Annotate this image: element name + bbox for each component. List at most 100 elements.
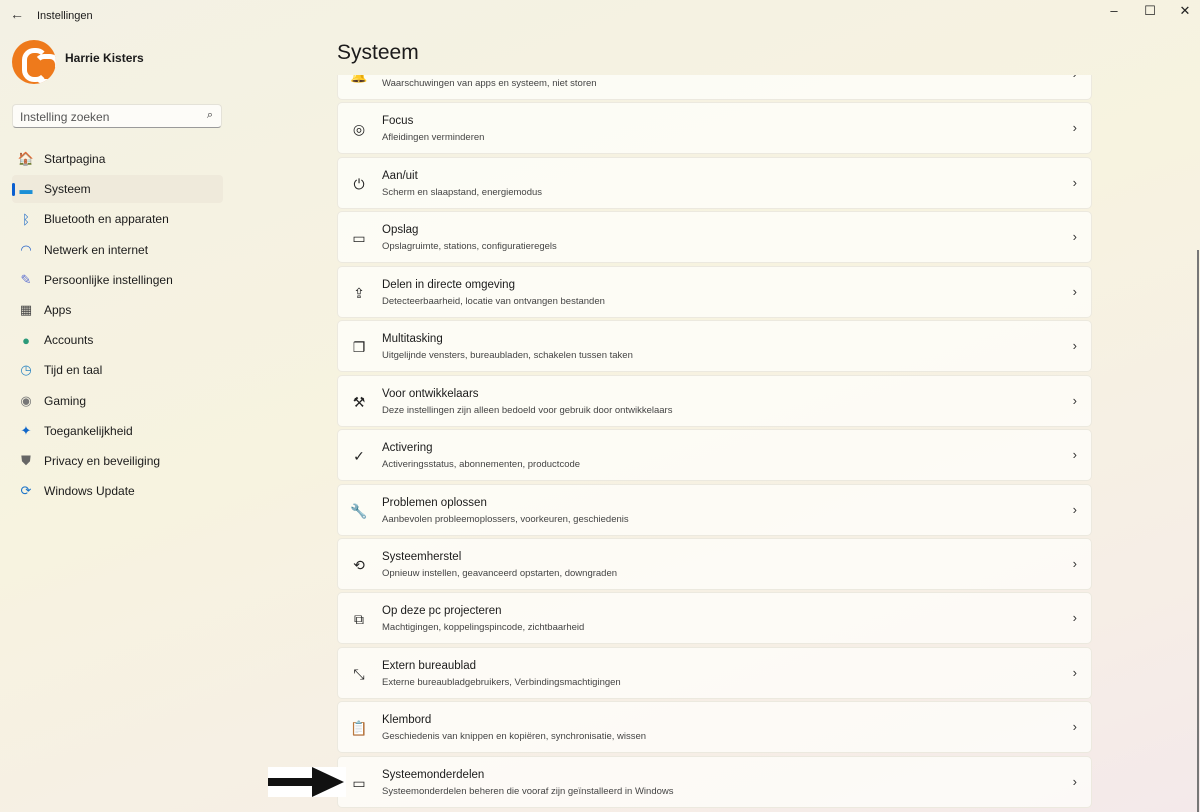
wrench-icon: 🔧 xyxy=(350,502,368,519)
chevron-right-icon: › xyxy=(1072,719,1077,735)
chevron-right-icon: › xyxy=(1072,664,1077,680)
sidebar-item-label: Apps xyxy=(44,302,72,317)
sidebar-item-startpagina[interactable]: 🏠 Startpagina xyxy=(12,145,223,173)
settings-card-klembord[interactable]: 📋 Klembord Geschiedenis van knippen en kop… xyxy=(337,701,1092,754)
settings-list: 🔔 Waarschuwingen van apps en systeem, nie… xyxy=(337,75,1092,812)
settings-card-systeemherstel[interactable]: ⟲ Systeemherstel Opnieuw instellen, geavan… xyxy=(337,537,1092,590)
sidebar-item-toegankelijkheid[interactable]: ✦ Toegankelijkheid xyxy=(12,417,223,445)
multitasking-icon: ❐ xyxy=(352,339,366,356)
home-icon: 🏠 xyxy=(17,151,35,166)
settings-card-problemen-oplossen[interactable]: 🔧 Problemen oplossen Aanbevolen probleemop… xyxy=(337,483,1092,536)
sidebar-item-label: Bluetooth en apparaten xyxy=(44,212,169,227)
card-subtitle: Uitgelijnde vensters, bureaubladen, scha… xyxy=(382,350,633,362)
card-subtitle: Opslagruimte, stations, configuratierege… xyxy=(382,241,557,253)
card-title: Delen in directe omgeving xyxy=(382,278,515,291)
clipboard-icon: 📋 xyxy=(350,720,368,737)
card-subtitle: Afleidingen verminderen xyxy=(382,132,485,144)
search-input[interactable]: Instelling zoeken ⌕ xyxy=(12,104,222,128)
maximize-button[interactable]: ☐ xyxy=(1140,3,1160,19)
settings-card-activering[interactable]: ✓ Activering Activeringsstatus, abonnement… xyxy=(337,429,1092,482)
card-subtitle: Geschiedenis van knippen en kopiëren, sy… xyxy=(382,731,647,743)
sidebar-item-accounts[interactable]: ● Accounts xyxy=(12,326,223,354)
settings-card-delen-in-directe-omgeving[interactable]: ⇪ Delen in directe omgeving Detecteerbaarh… xyxy=(337,265,1092,318)
chevron-right-icon: › xyxy=(1072,610,1077,626)
sidebar-item-apps[interactable]: ▦ Apps xyxy=(12,296,223,324)
card-title: Op deze pc projecteren xyxy=(382,605,502,618)
share-icon: ⇪ xyxy=(353,284,365,301)
sidebar-item-label: Accounts xyxy=(44,333,94,348)
arrow-annotation xyxy=(268,767,346,797)
settings-card-opslag[interactable]: ▭ Opslag Opslagruimte, stations, configura… xyxy=(337,211,1092,264)
accessibility-icon: ✦ xyxy=(20,422,32,438)
gamepad-icon: ◉ xyxy=(20,392,32,408)
avatar[interactable] xyxy=(12,40,56,84)
settings-card-op-deze-pc-projecteren[interactable]: ⧉ Op deze pc projecteren Machtigingen, kop… xyxy=(337,592,1092,645)
app-title: Instellingen xyxy=(37,10,93,22)
apps-icon: ▦ xyxy=(19,301,33,317)
card-title: Systeemonderdelen xyxy=(382,768,485,781)
page-title: Systeem xyxy=(337,41,419,64)
chevron-right-icon: › xyxy=(1072,120,1077,136)
card-subtitle: Scherm en slaapstand, energiemodus xyxy=(382,186,543,198)
settings-card-multitasking[interactable]: ❐ Multitasking Uitgelijnde vensters, burea… xyxy=(337,320,1092,373)
chevron-right-icon: › xyxy=(1072,392,1077,408)
sidebar-item-windows-update[interactable]: ⟳ Windows Update xyxy=(12,477,223,505)
card-title: Aan/uit xyxy=(382,169,418,182)
power-icon: ⏻ xyxy=(353,175,365,192)
sidebar-nav: 🏠 Startpagina ▬ Systeem ᛒ Bluetooth en appara… xyxy=(12,145,223,507)
card-title: Problemen oplossen xyxy=(382,496,487,509)
update-icon: ⟳ xyxy=(20,483,32,499)
close-button[interactable]: ✕ xyxy=(1175,3,1195,19)
card-title: Extern bureaublad xyxy=(382,659,476,672)
sidebar-item-netwerk-en-internet[interactable]: ◠ Netwerk en internet xyxy=(12,236,223,264)
sidebar-item-label: Tijd en taal xyxy=(44,363,103,378)
sidebar-item-systeem[interactable]: ▬ Systeem xyxy=(12,175,223,204)
chevron-right-icon: › xyxy=(1072,229,1077,245)
card-title: Klembord xyxy=(382,714,432,727)
shield-icon: ⛊ xyxy=(21,452,31,468)
sidebar-item-label: Netwerk en internet xyxy=(44,242,149,257)
card-title: Focus xyxy=(382,115,414,128)
chevron-right-icon: › xyxy=(1072,773,1077,789)
sidebar-item-bluetooth-en-apparaten[interactable]: ᛒ Bluetooth en apparaten xyxy=(12,205,223,233)
chevron-right-icon: › xyxy=(1072,338,1077,354)
minimize-button[interactable]: – xyxy=(1104,3,1124,18)
card-subtitle: Activeringsstatus, abonnementen, product… xyxy=(382,459,581,471)
chevron-right-icon: › xyxy=(1072,283,1077,299)
sidebar-item-privacy-en-beveiliging[interactable]: ⛊ Privacy en beveiliging xyxy=(12,447,223,475)
sidebar-item-tijd-en-taal[interactable]: ◷ Tijd en taal xyxy=(12,356,223,384)
settings-card-systeemonderdelen[interactable]: ▭ Systeemonderdelen Systeemonderdelen behe… xyxy=(337,755,1092,808)
chevron-right-icon: › xyxy=(1072,174,1077,190)
storage-icon: ▭ xyxy=(352,230,366,247)
wifi-icon: ◠ xyxy=(20,241,32,257)
arrow-left-icon[interactable]: ← xyxy=(10,6,24,22)
focus-icon: ◎ xyxy=(352,121,366,138)
remote-desktop-icon: ⤡ xyxy=(353,665,365,682)
card-title: Opslag xyxy=(382,224,419,237)
settings-card-aan-uit[interactable]: ⏻ Aan/uit Scherm en slaapstand, energiemod… xyxy=(337,156,1092,209)
brush-icon: ✎ xyxy=(20,271,32,287)
chevron-right-icon: › xyxy=(1073,75,1077,81)
search-placeholder: Instelling zoeken xyxy=(20,110,110,124)
notifications-icon: 🔔 xyxy=(350,75,368,83)
developer-tools-icon: ⚒ xyxy=(352,393,366,410)
settings-card-meldingen[interactable]: 🔔 Waarschuwingen van apps en systeem, nie… xyxy=(337,75,1092,100)
sidebar-item-label: Startpagina xyxy=(44,152,106,166)
settings-card-focus[interactable]: ◎ Focus Afleidingen verminderen › xyxy=(337,102,1092,155)
card-subtitle: Externe bureaubladgebruikers, Verbinding… xyxy=(382,676,621,688)
card-subtitle: Detecteerbaarheid, locatie van ontvangen… xyxy=(382,295,605,307)
chevron-right-icon: › xyxy=(1072,501,1077,517)
card-subtitle: Opnieuw instellen, geavanceerd opstarten… xyxy=(382,567,618,579)
sidebar-item-label: Persoonlijke instellingen xyxy=(44,272,173,287)
search-icon[interactable]: ⌕ xyxy=(207,109,213,122)
sidebar-item-gaming[interactable]: ◉ Gaming xyxy=(12,387,223,415)
sidebar-item-label: Gaming xyxy=(44,393,87,408)
card-subtitle: Systeemonderdelen beheren die vooraf zij… xyxy=(382,785,674,797)
scrollbar[interactable] xyxy=(1197,250,1199,812)
card-subtitle: Aanbevolen probleemoplossers, voorkeuren… xyxy=(382,513,629,525)
sidebar-item-persoonlijke-instellingen[interactable]: ✎ Persoonlijke instellingen xyxy=(12,266,223,294)
card-title: Systeemherstel xyxy=(382,550,462,563)
settings-card-voor-ontwikkelaars[interactable]: ⚒ Voor ontwikkelaars Deze instellingen zij… xyxy=(337,374,1092,427)
settings-card-extern-bureaublad[interactable]: ⤡ Extern bureaublad Externe bureaubladgebr… xyxy=(337,646,1092,699)
card-subtitle: Deze instellingen zijn alleen bedoeld vo… xyxy=(382,404,673,416)
